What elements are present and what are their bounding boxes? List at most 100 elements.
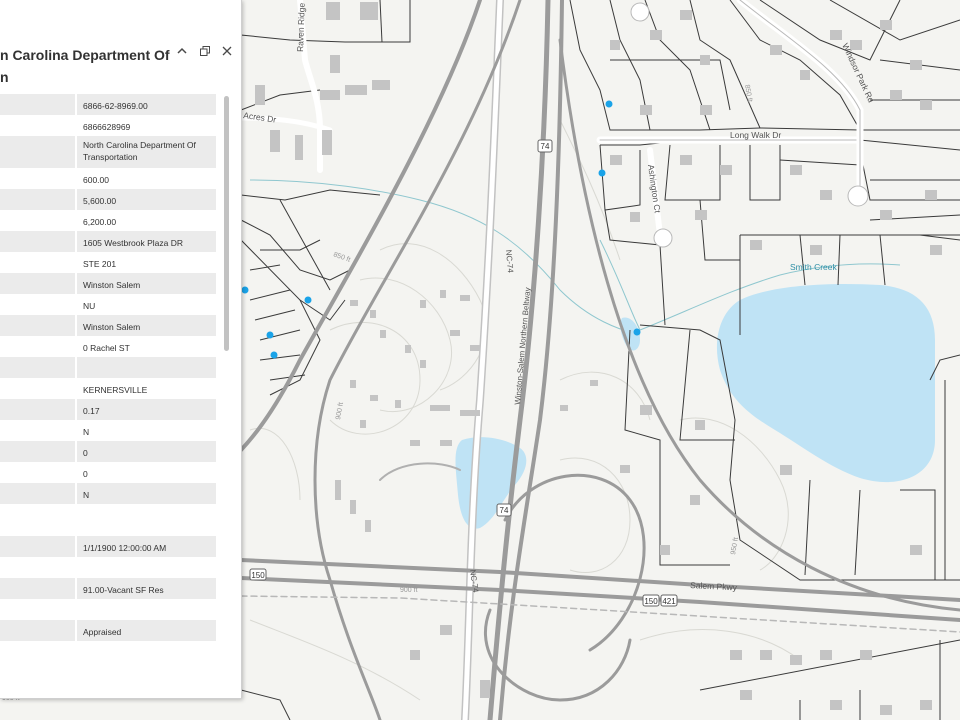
field-cell xyxy=(0,462,75,483)
poi-point xyxy=(241,286,249,294)
attribute-row: 0 Rachel ST xyxy=(0,336,222,357)
field-cell xyxy=(0,315,75,336)
field-cell xyxy=(0,620,75,641)
field-cell xyxy=(0,336,75,357)
value-cell: STE 201 xyxy=(83,259,117,269)
attribute-row: 6866628969 xyxy=(0,115,222,136)
popup-title: n Carolina Department Of n xyxy=(0,44,170,88)
poi-point xyxy=(304,296,312,304)
collapse-button[interactable] xyxy=(173,42,191,60)
field-cell xyxy=(0,504,75,536)
label-contour-900b: 900 ft xyxy=(400,587,418,594)
popup-title-line2: n xyxy=(0,69,9,85)
feature-popup-panel: n Carolina Department Of n 6866-62-8969.… xyxy=(0,0,242,699)
scrollbar-thumb[interactable] xyxy=(224,96,229,351)
close-icon xyxy=(222,46,232,56)
poi-point xyxy=(598,169,606,177)
attribute-row: Winston Salem xyxy=(0,273,222,294)
value-cell: N xyxy=(77,483,216,504)
field-cell xyxy=(0,578,75,599)
label-smith-creek: Smith Creek xyxy=(790,262,838,272)
field-cell xyxy=(0,168,75,189)
shield-74-b: 74 xyxy=(500,506,509,515)
poi-point xyxy=(266,331,274,339)
value-cell: 0.17 xyxy=(77,399,216,420)
value-cell xyxy=(77,641,216,662)
attribute-row: North Carolina Department Of Transportat… xyxy=(0,136,222,168)
field-cell xyxy=(0,599,75,620)
value-cell: 1/1/1900 12:00:00 AM xyxy=(77,536,216,557)
dock-button[interactable] xyxy=(196,42,214,60)
value-cell: North Carolina Department Of Transportat… xyxy=(77,136,216,168)
value-cell: 6,200.00 xyxy=(83,217,117,227)
field-cell xyxy=(0,231,75,252)
field-cell xyxy=(0,536,75,557)
dock-icon xyxy=(200,46,210,56)
value-cell: 6866628969 xyxy=(83,122,131,132)
attribute-row: N xyxy=(0,420,222,441)
attribute-row xyxy=(0,641,222,662)
field-cell xyxy=(0,189,75,210)
attribute-row: 0.17 xyxy=(0,399,222,420)
field-cell xyxy=(0,210,75,231)
poi-point xyxy=(633,328,641,336)
value-cell: 6866-62-8969.00 xyxy=(77,94,216,115)
value-cell xyxy=(77,504,216,536)
attribute-row: N xyxy=(0,483,222,504)
field-cell xyxy=(0,252,75,273)
attribute-row xyxy=(0,557,222,578)
attribute-row: STE 201 xyxy=(0,252,222,273)
value-cell: 0 xyxy=(83,469,88,479)
close-button[interactable] xyxy=(218,42,236,60)
attribute-row: 1/1/1900 12:00:00 AM xyxy=(0,536,222,557)
label-long-walk: Long Walk Dr xyxy=(730,130,781,140)
poi-point xyxy=(270,351,278,359)
value-cell: 0 xyxy=(77,441,216,462)
attribute-row: KERNERSVILLE xyxy=(0,378,222,399)
value-cell: NU xyxy=(83,301,96,311)
value-cell: 5,600.00 xyxy=(77,189,216,210)
chevron-up-icon xyxy=(177,47,187,54)
attribute-row xyxy=(0,504,222,536)
value-cell xyxy=(77,557,216,578)
popup-title-line1: n Carolina Department Of xyxy=(0,47,170,63)
value-cell: 600.00 xyxy=(83,175,109,185)
shield-421: 421 xyxy=(662,597,676,606)
value-cell: KERNERSVILLE xyxy=(83,385,148,395)
attribute-row: 0 xyxy=(0,462,222,483)
value-cell: Winston Salem xyxy=(77,273,216,294)
attribute-row xyxy=(0,599,222,620)
value-cell: N xyxy=(83,427,90,437)
popup-header: n Carolina Department Of n xyxy=(0,0,241,92)
value-cell: 0 Rachel ST xyxy=(83,343,130,353)
attribute-row: 1605 Westbrook Plaza DR xyxy=(0,231,222,252)
field-cell xyxy=(0,115,75,136)
attribute-row: 91.00-Vacant SF Res xyxy=(0,578,222,599)
shield-74-a: 74 xyxy=(541,142,550,151)
field-cell xyxy=(0,378,75,399)
value-cell: 1605 Westbrook Plaza DR xyxy=(77,231,216,252)
field-cell xyxy=(0,136,75,168)
attribute-row: 6866-62-8969.00 xyxy=(0,94,222,115)
attribute-row: Winston Salem xyxy=(0,315,222,336)
shield-150-b: 150 xyxy=(644,597,658,606)
attribute-table: 6866-62-8969.00 6866628969 North Carolin… xyxy=(0,94,222,662)
field-cell xyxy=(0,641,75,662)
attribute-row: 5,600.00 xyxy=(0,189,222,210)
attribute-row: 0 xyxy=(0,441,222,462)
shield-150-a: 150 xyxy=(251,571,265,580)
attribute-row: 600.00 xyxy=(0,168,222,189)
field-cell xyxy=(0,294,75,315)
field-cell xyxy=(0,273,75,294)
field-cell xyxy=(0,557,75,578)
field-cell xyxy=(0,399,75,420)
attribute-row xyxy=(0,357,222,378)
attribute-row: Appraised xyxy=(0,620,222,641)
field-cell xyxy=(0,94,75,115)
field-cell xyxy=(0,483,75,504)
attribute-row: NU xyxy=(0,294,222,315)
value-cell: 91.00-Vacant SF Res xyxy=(77,578,216,599)
poi-point xyxy=(605,100,613,108)
field-cell xyxy=(0,441,75,462)
field-cell xyxy=(0,357,75,378)
